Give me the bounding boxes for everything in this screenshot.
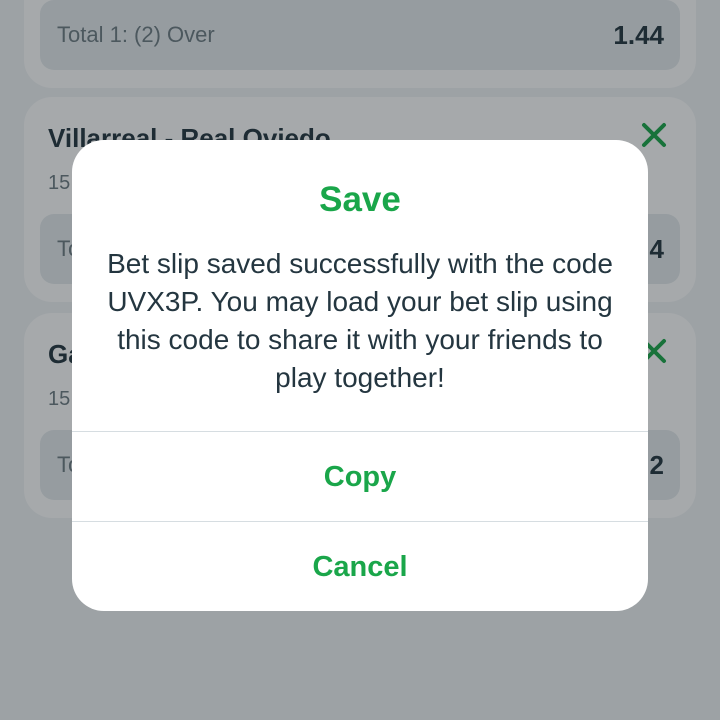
save-dialog: Save Bet slip saved successfully with th…	[72, 140, 648, 611]
cancel-button[interactable]: Cancel	[72, 522, 648, 611]
copy-button[interactable]: Copy	[72, 432, 648, 522]
bet-slip-screen: Total 1: (2) Over 1.44 Villarreal - Real…	[0, 0, 720, 720]
dialog-message: Bet slip saved successfully with the cod…	[107, 248, 613, 393]
dialog-title: Save	[319, 180, 401, 219]
